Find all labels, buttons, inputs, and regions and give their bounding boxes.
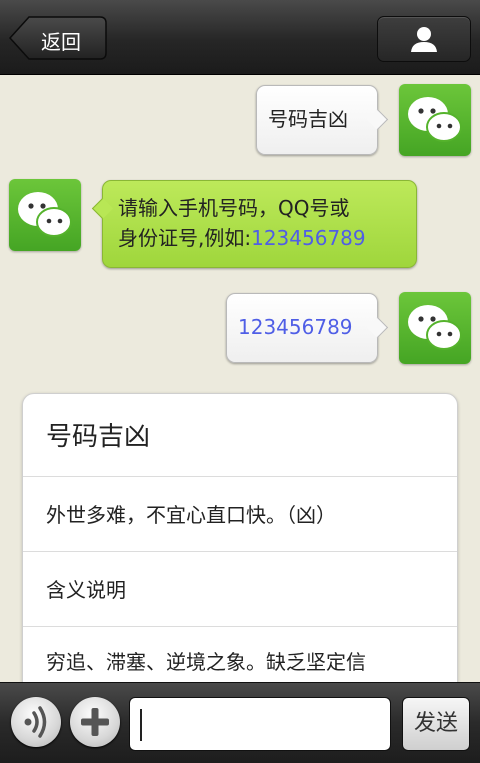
example-number: 123456789	[251, 226, 366, 250]
message-text: 123456789	[238, 315, 353, 339]
chat-area: 号码吉凶 请输入手机号码，QQ号或 身份证号,例如:123456789 1234…	[0, 75, 480, 682]
fortune-text: 外世多难，不宜心直口快。（凶）	[23, 477, 457, 552]
voice-icon	[24, 706, 47, 738]
user-avatar[interactable]	[399, 292, 471, 364]
add-button[interactable]	[70, 697, 120, 747]
message-bubble-received[interactable]: 请输入手机号码，QQ号或 身份证号,例如:123456789	[91, 180, 417, 268]
message-line-2: 身份证号,例如:	[118, 226, 252, 250]
back-label: 返回	[41, 30, 81, 54]
wechat-logo-icon	[18, 192, 72, 237]
user-avatar[interactable]	[399, 84, 471, 156]
input-bar: 发送	[0, 682, 480, 763]
profile-button[interactable]	[377, 16, 471, 62]
back-button[interactable]: 返回	[9, 16, 107, 60]
bot-avatar[interactable]	[9, 179, 81, 251]
message-bubble-sent[interactable]: 123456789	[226, 293, 389, 363]
message-bubble-sent[interactable]: 号码吉凶	[256, 85, 389, 155]
send-button[interactable]: 发送	[402, 697, 470, 751]
message-text: 号码吉凶	[268, 107, 348, 131]
message-line-1: 请输入手机号码，QQ号或	[118, 196, 350, 220]
message-input[interactable]	[129, 697, 391, 751]
person-icon	[411, 27, 437, 52]
title-bar: 返回	[0, 0, 480, 75]
message-text: 请输入手机号码，QQ号或 身份证号,例如:123456789	[118, 193, 366, 253]
plus-icon	[81, 708, 109, 736]
text-cursor	[140, 709, 142, 741]
description-text: 穷追、滞塞、逆境之象。缺乏坚定信	[46, 650, 366, 674]
wechat-logo-icon	[408, 305, 462, 350]
voice-button[interactable]	[11, 697, 61, 747]
result-card[interactable]: 号码吉凶 外世多难，不宜心直口快。（凶） 含义说明 穷追、滞塞、逆境之象。缺乏坚…	[22, 393, 458, 682]
card-title: 号码吉凶	[23, 394, 457, 477]
wechat-logo-icon	[408, 97, 462, 142]
meaning-label: 含义说明	[23, 552, 457, 627]
